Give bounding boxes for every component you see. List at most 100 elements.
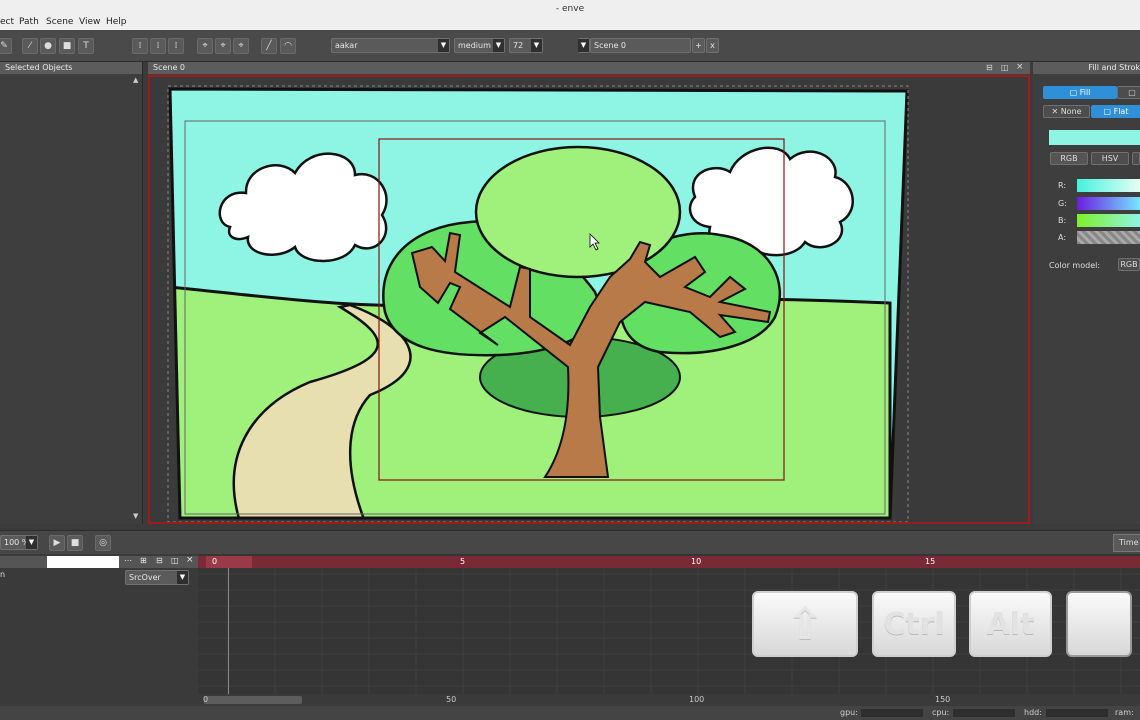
scene-panel-title: Scene 0 <box>148 62 1030 74</box>
tab-fill[interactable]: ▢ Fill <box>1043 86 1117 99</box>
chevron-down-icon: ▼ <box>26 536 37 549</box>
font-size-value: 72 <box>513 41 524 50</box>
hdd-meter <box>1046 709 1108 717</box>
font-size-select[interactable]: 72 ▼ <box>509 38 543 53</box>
scroll-down-icon[interactable]: ▼ <box>133 512 138 520</box>
r-slider[interactable] <box>1077 179 1140 192</box>
split-horizontal-icon[interactable]: ⊟ <box>986 63 993 72</box>
blend-mode-value: SrcOver <box>129 573 161 582</box>
menu-path[interactable]: Path <box>19 17 39 27</box>
blank-key-overlay <box>1066 591 1132 657</box>
bottom-tick: 50 <box>446 695 457 704</box>
r-label: R: <box>1058 181 1067 190</box>
menu-object[interactable]: ect <box>0 17 14 27</box>
playback-bar: 100 % ▼ ▶ ■ ◎ Time <box>0 530 1140 554</box>
hdd-label: hdd: <box>1024 708 1042 717</box>
split-vertical-icon[interactable]: ◫ <box>1001 63 1009 72</box>
scene-canvas[interactable] <box>148 75 1030 524</box>
status-bar: gpu: cpu: hdd: ram: <box>0 706 1140 720</box>
camera-icon[interactable]: ◎ <box>95 535 111 551</box>
color-model-select[interactable]: RGB <box>1118 258 1140 271</box>
close-icon[interactable]: × <box>1016 62 1024 72</box>
fill-stroke-title: Fill and Strok <box>1033 62 1140 74</box>
stop-icon[interactable]: ■ <box>67 535 83 551</box>
pen-tool-icon[interactable]: ✎ <box>0 38 12 54</box>
layer-row[interactable]: n <box>0 570 5 579</box>
scroll-up-icon[interactable]: ▲ <box>133 76 138 84</box>
curve-tool-icon[interactable]: ◠ <box>280 38 296 54</box>
none-label: None <box>1060 107 1082 116</box>
align-center-icon[interactable]: ⁞ <box>150 38 166 54</box>
menu-view[interactable]: View <box>79 17 100 27</box>
scene-name-field[interactable]: Scene 0 <box>590 38 691 53</box>
node-tool-icon[interactable]: ⌖ <box>197 38 213 54</box>
selected-objects-title: Selected Objects <box>0 62 142 74</box>
layer-action-icon[interactable]: ⊞ <box>140 556 147 565</box>
tab-stroke[interactable]: ▢ <box>1117 86 1140 99</box>
stroke-square-icon: ▢ <box>1128 88 1136 97</box>
rectangle-tool-icon[interactable]: ■ <box>59 38 75 54</box>
top-tick: 0 <box>212 557 218 566</box>
remove-scene-button[interactable]: x <box>706 38 719 53</box>
b-slider[interactable] <box>1077 214 1140 227</box>
node-smooth-icon[interactable]: ⌖ <box>215 38 231 54</box>
menu-help[interactable]: Help <box>106 17 127 27</box>
tab-hsl[interactable] <box>1132 152 1140 165</box>
brush-tool-icon[interactable]: ⁄ <box>22 38 38 54</box>
shift-key-overlay: ⇧ <box>752 591 858 657</box>
blend-mode-select[interactable]: SrcOver ▼ <box>125 570 189 585</box>
more-icon[interactable]: ⋯ <box>124 556 132 565</box>
tab-rgb[interactable]: RGB <box>1050 152 1088 165</box>
chevron-down-icon: ▼ <box>438 39 449 52</box>
bottom-tick: 150 <box>935 695 951 704</box>
play-icon[interactable]: ▶ <box>49 535 65 551</box>
fill-square-icon: ▢ <box>1069 88 1078 97</box>
frame-ruler[interactable]: 0 5 10 15 <box>198 556 1140 568</box>
menu-scene[interactable]: Scene <box>46 17 73 27</box>
a-slider[interactable] <box>1077 231 1140 244</box>
tab-hsv[interactable]: HSV <box>1091 152 1129 165</box>
add-scene-button[interactable]: + <box>692 38 705 53</box>
close-icon[interactable]: × <box>186 555 194 565</box>
illustration <box>167 85 909 522</box>
align-left-icon[interactable]: ⁞ <box>132 38 148 54</box>
frame-scrollbar[interactable] <box>198 694 1140 706</box>
top-tick: 15 <box>925 557 936 566</box>
g-slider[interactable] <box>1077 197 1140 210</box>
top-tick: 5 <box>460 557 466 566</box>
zoom-select[interactable]: 100 % ▼ <box>0 535 38 550</box>
split-vertical-icon[interactable]: ◫ <box>171 556 179 565</box>
layer-search-input[interactable] <box>47 556 119 568</box>
ram-label: ram: <box>1115 708 1134 717</box>
flat-square-icon: ▢ <box>1103 107 1112 116</box>
fill-tab-label: Fill <box>1079 88 1091 97</box>
flat-label: Flat <box>1113 107 1129 116</box>
fill-none-button[interactable]: ✕ None <box>1043 105 1090 118</box>
split-horizontal-icon[interactable]: ⊟ <box>156 556 163 565</box>
alt-key-overlay: Alt <box>969 591 1052 657</box>
align-right-icon[interactable]: ⁞ <box>168 38 184 54</box>
cpu-meter <box>953 709 1015 717</box>
font-weight-select[interactable]: medium ▼ <box>454 38 505 53</box>
frame-scroll-thumb[interactable] <box>204 696 302 704</box>
tab-timeline[interactable]: Time <box>1113 534 1140 552</box>
circle-tool-icon[interactable]: ● <box>40 38 56 54</box>
b-label: B: <box>1058 216 1067 225</box>
ctrl-key-label: Ctrl <box>883 606 945 642</box>
line-tool-icon[interactable]: ╱ <box>261 38 277 54</box>
layers-panel: ⋯ ⊞ ⊟ ◫ × n SrcOver ▼ <box>0 554 198 706</box>
font-family-value: aakar <box>335 41 358 50</box>
current-color-swatch[interactable] <box>1049 130 1140 145</box>
fill-flat-button[interactable]: ▢ Flat <box>1091 105 1140 118</box>
playhead-line <box>228 568 229 694</box>
font-family-select[interactable]: aakar ▼ <box>331 38 450 53</box>
scene-dropdown-button[interactable]: ▼ <box>578 38 590 53</box>
node-corner-icon[interactable]: ⌖ <box>233 38 249 54</box>
text-tool-icon[interactable]: T <box>78 38 94 54</box>
cpu-label: cpu: <box>932 708 950 717</box>
bottom-tick: 100 <box>689 695 705 704</box>
gpu-label: gpu: <box>840 708 858 717</box>
alt-key-label: Alt <box>986 606 1035 642</box>
font-weight-value: medium <box>458 41 491 50</box>
title-bar: - enve ect Path Scene View Help <box>0 0 1140 30</box>
